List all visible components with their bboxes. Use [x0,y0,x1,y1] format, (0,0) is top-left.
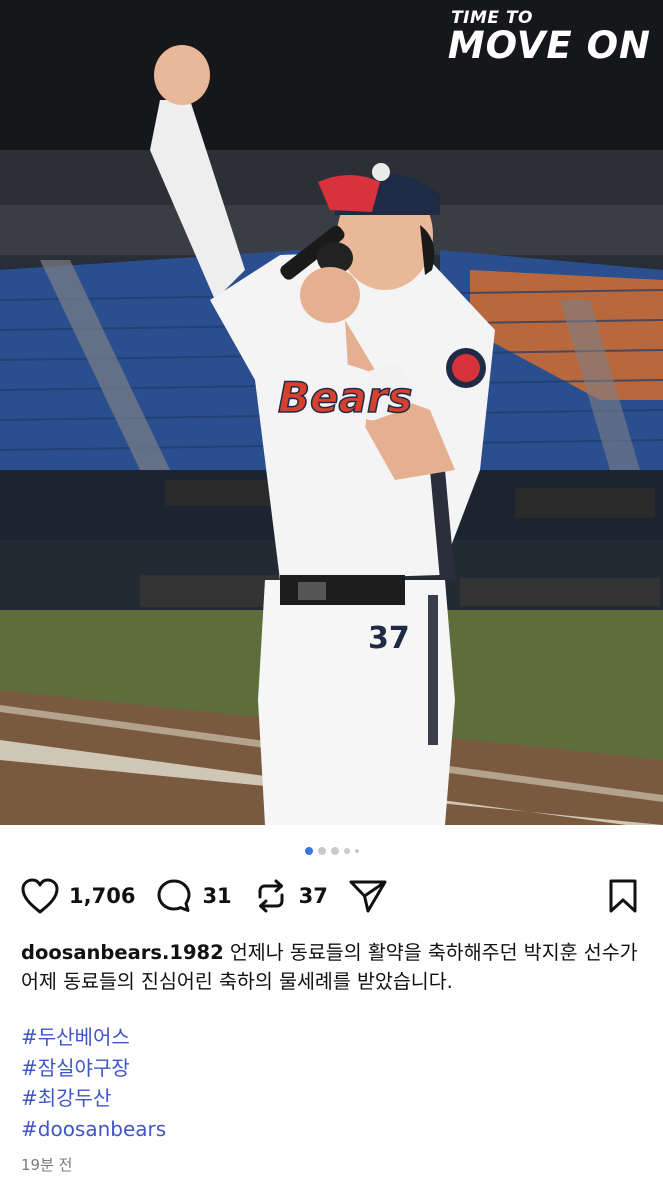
carousel-dot [354,849,359,853]
carousel-dot [317,847,326,855]
hashtag-list: #두산베어스 #잠실야구장 #최강두산 #doosanbears [21,1022,641,1144]
like-button[interactable]: 1,706 [20,877,135,915]
repost-count: 37 [298,884,328,908]
like-count: 1,706 [69,884,136,908]
send-icon [349,880,387,913]
comment-button[interactable]: 31 [155,877,232,915]
jersey-text: Bears [278,373,413,422]
repost-icon [258,879,284,913]
hashtag-link[interactable]: #잠실야구장 [21,1053,641,1084]
carousel-dot [330,847,339,855]
bookmark-icon [609,879,637,913]
post-timestamp: 19분 전 [21,1156,73,1174]
caption-username[interactable]: doosanbears.1982 [21,941,224,964]
save-button[interactable] [606,878,640,918]
jersey-number: 37 [368,621,410,656]
brand-overlay: TIME TO MOVE ON [448,8,651,66]
repost-button[interactable]: 37 [252,877,328,915]
post-caption: doosanbears.1982 언제나 동료들의 활약을 축하해주던 박지훈 … [21,938,641,996]
carousel-dot [343,848,350,854]
hashtag-link[interactable]: #두산베어스 [21,1022,641,1053]
share-button[interactable] [348,877,388,915]
hashtag-link[interactable]: #doosanbears [21,1114,641,1145]
post-photo[interactable]: Bears 37 TIME TO MOVE ON [0,0,663,825]
overlay-line2: MOVE ON [447,24,651,67]
heart-icon [21,878,59,914]
action-bar: 1,706 31 37 [20,876,644,916]
hashtag-link[interactable]: #최강두산 [21,1083,641,1114]
comment-icon [157,879,191,912]
carousel-indicator [0,845,663,857]
player-photo-illustration: Bears 37 [0,0,663,825]
comment-count: 31 [202,884,232,908]
carousel-dot-active [304,847,313,855]
